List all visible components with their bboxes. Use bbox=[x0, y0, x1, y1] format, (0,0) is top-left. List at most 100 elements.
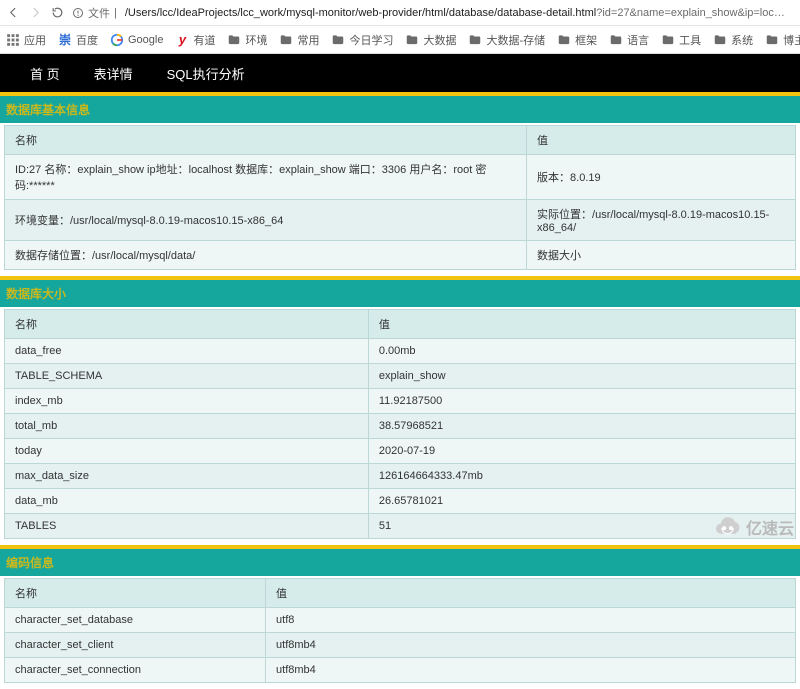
bookmark-label: 工具 bbox=[679, 32, 701, 48]
bookmark-item[interactable]: 框架 bbox=[557, 32, 597, 48]
table-cell: 2020-07-19 bbox=[368, 439, 795, 464]
nav-home[interactable]: 首 页 bbox=[30, 64, 60, 83]
nav-tables[interactable]: 表详情 bbox=[94, 64, 133, 83]
col-name: 名称 bbox=[5, 310, 369, 339]
bookmark-item[interactable]: 工具 bbox=[661, 32, 701, 48]
apps-icon bbox=[6, 33, 20, 47]
section-basic: 数据库基本信息 名称 值 ID:27 名称：explain_show ip地址：… bbox=[0, 92, 800, 276]
table-row: today2020-07-19 bbox=[5, 439, 796, 464]
section-encoding: 编码信息 名称 值 character_set_databaseutf8char… bbox=[0, 545, 800, 689]
bookmark-item[interactable]: 系统 bbox=[713, 32, 753, 48]
table-cell: 26.65781021 bbox=[368, 489, 795, 514]
table-cell: TABLES bbox=[5, 514, 369, 539]
table-row: max_data_size126164664333.47mb bbox=[5, 464, 796, 489]
bookmarks-bar: 应用崇百度 Google y有道 环境 常用 今日学习 大数据大数据-存储 框架 语言 工具 系统 博… bbox=[0, 26, 800, 54]
bookmark-item[interactable]: 应用 bbox=[6, 32, 46, 48]
table-cell: utf8mb4 bbox=[266, 633, 796, 658]
table-cell: 0.00mb bbox=[368, 339, 795, 364]
section-size: 数据库大小 名称 值 data_free0.00mbTABLE_SCHEMAex… bbox=[0, 276, 800, 545]
bookmark-label: 系统 bbox=[731, 32, 753, 48]
bookmark-label: 有道 bbox=[193, 32, 215, 48]
folder-icon bbox=[227, 33, 241, 47]
table-basic: 名称 值 ID:27 名称：explain_show ip地址：localhos… bbox=[4, 125, 796, 270]
url-host: /Users/lcc/IdeaProjects/lcc_work/mysql-m… bbox=[125, 7, 596, 19]
table-row: data_free0.00mb bbox=[5, 339, 796, 364]
table-cell: character_set_connection bbox=[5, 658, 266, 683]
bookmark-item[interactable]: 环境 bbox=[227, 32, 267, 48]
table-cell: 38.57968521 bbox=[368, 414, 795, 439]
url-query: ?id=27&name=explain_show&ip=localhost&da… bbox=[596, 7, 794, 19]
page-nav: 首 页 表详情 SQL执行分析 bbox=[0, 54, 800, 92]
bookmark-item[interactable]: 博主 bbox=[765, 32, 800, 48]
table-cell: ID:27 名称：explain_show ip地址：localhost 数据库… bbox=[5, 155, 527, 200]
folder-icon bbox=[468, 33, 482, 47]
nav-sql[interactable]: SQL执行分析 bbox=[167, 64, 245, 83]
bookmark-label: 大数据 bbox=[423, 32, 456, 48]
table-cell: utf8mb4 bbox=[266, 658, 796, 683]
bookmark-item[interactable]: 大数据-存储 bbox=[468, 32, 545, 48]
url-bar[interactable]: /Users/lcc/IdeaProjects/lcc_work/mysql-m… bbox=[125, 7, 794, 19]
cloud-icon bbox=[710, 516, 744, 538]
bookmark-label: 博主 bbox=[783, 32, 800, 48]
section-size-title: 数据库大小 bbox=[0, 276, 800, 307]
table-cell: 126164664333.47mb bbox=[368, 464, 795, 489]
folder-icon bbox=[765, 33, 779, 47]
bookmark-item[interactable]: Google bbox=[110, 33, 163, 47]
table-row: character_set_clientutf8mb4 bbox=[5, 633, 796, 658]
table-cell: explain_show bbox=[368, 364, 795, 389]
bookmark-item[interactable]: 崇百度 bbox=[58, 31, 98, 48]
table-cell: TABLE_SCHEMA bbox=[5, 364, 369, 389]
table-row: TABLE_SCHEMAexplain_show bbox=[5, 364, 796, 389]
bookmark-label: 常用 bbox=[297, 32, 319, 48]
table-row: total_mb38.57968521 bbox=[5, 414, 796, 439]
folder-icon bbox=[557, 33, 571, 47]
bookmark-label: 环境 bbox=[245, 32, 267, 48]
folder-icon bbox=[331, 33, 345, 47]
reload-button[interactable] bbox=[50, 6, 64, 20]
table-cell: 版本：8.0.19 bbox=[527, 155, 796, 200]
bookmark-label: 框架 bbox=[575, 32, 597, 48]
google-icon bbox=[110, 33, 124, 47]
table-cell: total_mb bbox=[5, 414, 369, 439]
table-cell: today bbox=[5, 439, 369, 464]
col-value: 值 bbox=[266, 579, 796, 608]
table-row: ID:27 名称：explain_show ip地址：localhost 数据库… bbox=[5, 155, 796, 200]
baidu-icon: 崇 bbox=[58, 31, 72, 48]
back-button[interactable] bbox=[6, 6, 20, 20]
bookmark-label: 百度 bbox=[76, 32, 98, 48]
table-cell: max_data_size bbox=[5, 464, 369, 489]
bookmark-item[interactable]: y有道 bbox=[175, 32, 215, 48]
bookmark-label: 语言 bbox=[627, 32, 649, 48]
table-cell: 数据存储位置：/usr/local/mysql/data/ bbox=[5, 241, 527, 270]
table-cell: 实际位置：/usr/local/mysql-8.0.19-macos10.15-… bbox=[527, 200, 796, 241]
table-cell: 11.92187500 bbox=[368, 389, 795, 414]
table-cell: utf8 bbox=[266, 608, 796, 633]
folder-icon bbox=[713, 33, 727, 47]
section-basic-title: 数据库基本信息 bbox=[0, 92, 800, 123]
bookmark-label: 今日学习 bbox=[349, 32, 393, 48]
bookmark-item[interactable]: 常用 bbox=[279, 32, 319, 48]
bookmark-item[interactable]: 今日学习 bbox=[331, 32, 393, 48]
table-cell: index_mb bbox=[5, 389, 369, 414]
bookmark-item[interactable]: 大数据 bbox=[405, 32, 456, 48]
bookmark-item[interactable]: 语言 bbox=[609, 32, 649, 48]
table-cell: 环境变量：/usr/local/mysql-8.0.19-macos10.15-… bbox=[5, 200, 527, 241]
table-row: data_mb26.65781021 bbox=[5, 489, 796, 514]
url-scheme-icon: 文件 | bbox=[72, 5, 117, 21]
folder-icon bbox=[609, 33, 623, 47]
watermark: 亿速云 bbox=[710, 515, 794, 539]
table-cell: 数据大小 bbox=[527, 241, 796, 270]
section-encoding-title: 编码信息 bbox=[0, 545, 800, 576]
table-row: 环境变量：/usr/local/mysql-8.0.19-macos10.15-… bbox=[5, 200, 796, 241]
url-label: 文件 bbox=[88, 5, 110, 21]
col-value: 值 bbox=[368, 310, 795, 339]
table-encoding: 名称 值 character_set_databaseutf8character… bbox=[4, 578, 796, 683]
forward-button[interactable] bbox=[28, 6, 42, 20]
folder-icon bbox=[405, 33, 419, 47]
watermark-text: 亿速云 bbox=[746, 515, 794, 539]
folder-icon bbox=[661, 33, 675, 47]
bookmark-label: 应用 bbox=[24, 32, 46, 48]
table-cell: data_free bbox=[5, 339, 369, 364]
col-name: 名称 bbox=[5, 126, 527, 155]
table-row: character_set_databaseutf8 bbox=[5, 608, 796, 633]
